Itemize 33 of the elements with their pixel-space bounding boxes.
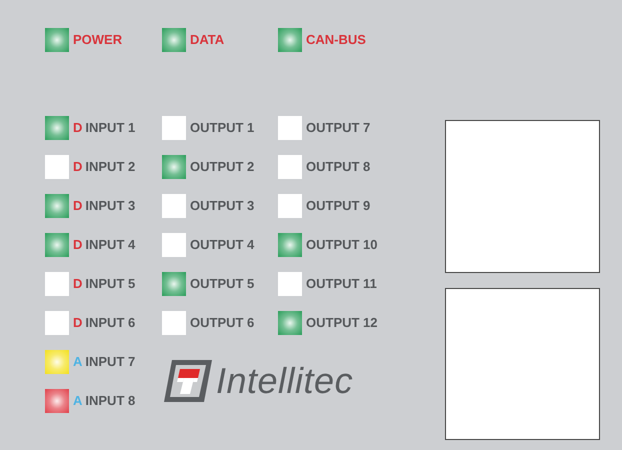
input-type-letter: D [73, 119, 82, 137]
input-type-letter: D [73, 275, 82, 293]
input-label: INPUT 4 [85, 236, 136, 254]
logo-text: Intellitec [216, 360, 354, 402]
output-label: OUTPUT 11 [306, 275, 377, 293]
output-label: OUTPUT 7 [306, 119, 370, 137]
logo-icon [162, 358, 214, 404]
input-type-letter: D [73, 314, 82, 332]
output-label: OUTPUT 6 [190, 314, 254, 332]
output-label: OUTPUT 8 [306, 158, 370, 176]
output-label: OUTPUT 9 [306, 197, 370, 215]
input-label: INPUT 6 [85, 314, 136, 332]
output-label: OUTPUT 1 [190, 119, 254, 137]
input-label: INPUT 2 [85, 158, 136, 176]
input-label: INPUT 3 [85, 197, 136, 215]
input-label: INPUT 8 [85, 392, 136, 410]
input-type-letter: A [73, 392, 82, 410]
input-label: INPUT 5 [85, 275, 136, 293]
output-label: OUTPUT 2 [190, 158, 254, 176]
output-label: OUTPUT 12 [306, 314, 378, 332]
input-label: INPUT 1 [85, 119, 136, 137]
input-type-letter: D [73, 236, 82, 254]
output-label: OUTPUT 4 [190, 236, 254, 254]
status-label: DATA [190, 31, 224, 49]
input-type-letter: D [73, 197, 82, 215]
output-label: OUTPUT 5 [190, 275, 254, 293]
status-label: CAN-BUS [306, 31, 366, 49]
output-label: OUTPUT 3 [190, 197, 254, 215]
output-label: OUTPUT 10 [306, 236, 378, 254]
status-label: POWER [73, 31, 122, 49]
input-type-letter: A [73, 353, 82, 371]
input-label: INPUT 7 [85, 353, 136, 371]
input-type-letter: D [73, 158, 82, 176]
